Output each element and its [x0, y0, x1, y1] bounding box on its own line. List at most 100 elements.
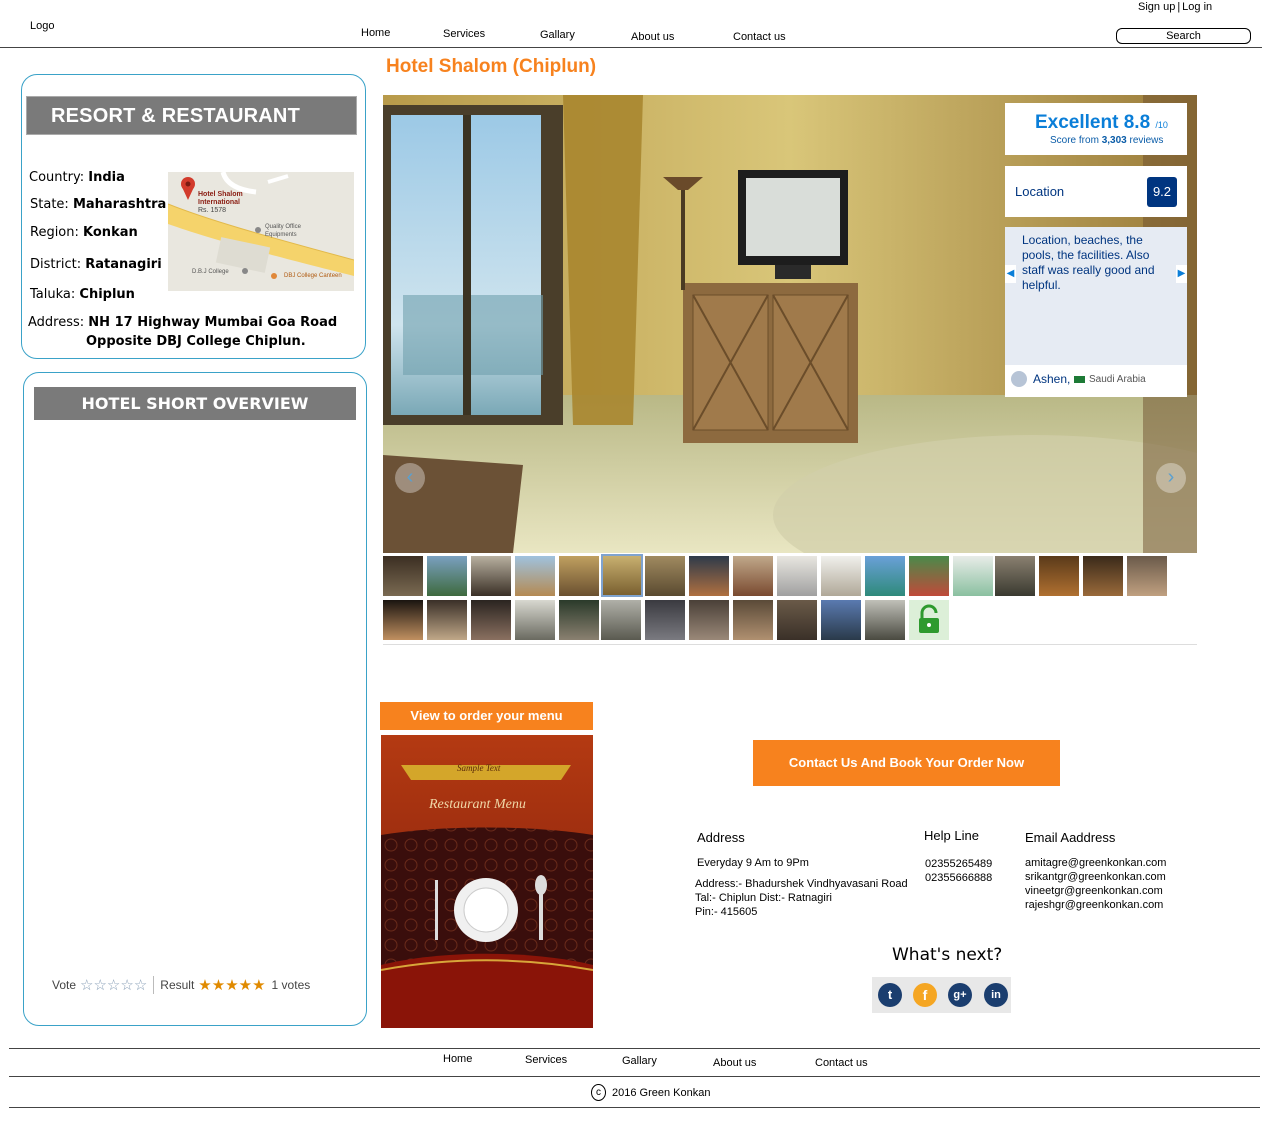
lock-icon [919, 604, 939, 633]
thumbnail[interactable] [427, 600, 467, 640]
nav-about[interactable]: About us [631, 31, 674, 43]
thumbnail[interactable] [515, 600, 555, 640]
thumbnail[interactable] [1083, 556, 1123, 596]
vote-row: Vote ☆☆☆☆☆ Result ★★★★★ 1 votes [52, 976, 310, 994]
thumbnail[interactable] [865, 600, 905, 640]
overview-panel [23, 372, 367, 1026]
thumbnail[interactable] [777, 600, 817, 640]
footer-nav-home[interactable]: Home [443, 1053, 472, 1065]
thumbnail[interactable] [689, 600, 729, 640]
vote-stars[interactable]: ☆☆☆☆☆ [80, 976, 147, 994]
twitter-icon[interactable]: t [878, 983, 902, 1007]
copyright: c 2016 Green Konkan [591, 1084, 710, 1101]
thumbnail[interactable] [733, 600, 773, 640]
rating-max: /10 [1155, 120, 1168, 130]
thumbnail[interactable] [821, 556, 861, 596]
region-row: Region: Konkan [30, 225, 138, 240]
photo-gallery[interactable]: Excellent 8.8 /10 Score from 3,303 revie… [383, 95, 1197, 553]
email-2[interactable]: srikantgr@greenkonkan.com [1025, 870, 1166, 884]
location-score-badge: 9.2 [1147, 177, 1177, 207]
review-next-arrow[interactable]: ▶ [1176, 265, 1187, 283]
thumbnail[interactable] [865, 556, 905, 596]
thumbnail[interactable] [995, 556, 1035, 596]
signup-link[interactable]: Sign up [1138, 1, 1175, 13]
thumbnail[interactable] [821, 600, 861, 640]
thumbnail[interactable] [559, 556, 599, 596]
gallery-prev-arrow[interactable]: ‹ [395, 463, 425, 493]
phone-1[interactable]: 02355265489 [925, 857, 992, 871]
location-map[interactable]: Hotel Shalom International Rs. 1578 Qual… [168, 172, 354, 291]
review-quote: Location, beaches, the pools, the facili… [1022, 233, 1155, 292]
menu-title-text: Restaurant Menu [429, 797, 526, 812]
nav-home[interactable]: Home [361, 27, 390, 39]
thumbnail[interactable] [427, 556, 467, 596]
thumbnail[interactable] [953, 556, 993, 596]
email-3[interactable]: vineetgr@greenkonkan.com [1025, 884, 1166, 898]
nav-gallary[interactable]: Gallary [540, 29, 575, 41]
thumbnail-strip [383, 554, 1197, 644]
nav-services[interactable]: Services [443, 28, 485, 40]
footer-nav-contact[interactable]: Contact us [815, 1057, 868, 1069]
footer-nav-gallary[interactable]: Gallary [622, 1055, 657, 1067]
thumbnail[interactable] [515, 556, 555, 596]
menu-graphic [381, 735, 593, 1028]
locked-thumbnail[interactable] [909, 600, 949, 640]
thumbnail[interactable] [383, 600, 423, 640]
phone-2[interactable]: 02355666888 [925, 871, 992, 885]
search-button[interactable]: Search [1116, 28, 1251, 44]
view-menu-button[interactable]: View to order your menu [380, 702, 593, 730]
thumbnail[interactable] [471, 556, 511, 596]
thumbnail[interactable] [601, 600, 641, 640]
thumbnail[interactable] [383, 556, 423, 596]
review-prev-arrow[interactable]: ◀ [1005, 265, 1016, 283]
header-divider [0, 47, 1262, 48]
contact-address-1: Address:- Bhadurshek Vindhyavasani Road [695, 878, 908, 890]
copyright-text: 2016 Green Konkan [612, 1086, 711, 1099]
score-from-label: Score from [1050, 135, 1099, 146]
map-quality-1: Quality Office [265, 224, 301, 230]
score-from-line: Score from 3,303 reviews [1050, 135, 1163, 146]
score-card[interactable]: Excellent 8.8 /10 Score from 3,303 revie… [1005, 103, 1187, 155]
restaurant-menu-image[interactable]: Sample Text Restaurant Menu [381, 735, 593, 1028]
thumbnail[interactable] [559, 600, 599, 640]
footer-nav-services[interactable]: Services [525, 1054, 567, 1066]
country-value: India [88, 170, 125, 185]
thumbnail-selected[interactable] [601, 554, 643, 597]
state-value: Maharashtra [72, 197, 167, 212]
thumbnail[interactable] [645, 556, 685, 596]
map-hotel-label: Hotel Shalom International Rs. 1578 [198, 191, 243, 215]
thumbnail[interactable] [645, 600, 685, 640]
result-label: Result [160, 978, 195, 992]
login-link[interactable]: Log in [1182, 1, 1212, 13]
social-bar: t f g+ in [872, 977, 1011, 1013]
nav-contact[interactable]: Contact us [733, 31, 786, 43]
menu-sample-text: Sample Text [457, 763, 501, 773]
thumbnail[interactable] [777, 556, 817, 596]
gallery-next-arrow[interactable]: › [1156, 463, 1186, 493]
linkedin-icon[interactable]: in [984, 983, 1008, 1007]
reviews-count: 3,303 [1101, 135, 1127, 146]
thumbnail[interactable] [1039, 556, 1079, 596]
rating-value: 8.8 [1123, 112, 1151, 133]
reviewer-name: Ashen, [1033, 372, 1071, 386]
district-row: District: Ratanagiri [30, 257, 162, 272]
thumbnail[interactable] [909, 556, 949, 596]
contact-book-button[interactable]: Contact Us And Book Your Order Now [753, 740, 1060, 786]
copyright-icon: c [591, 1084, 606, 1101]
logo[interactable]: Logo [30, 20, 54, 32]
thumbnail[interactable] [471, 600, 511, 640]
google-plus-icon[interactable]: g+ [948, 983, 972, 1007]
location-score-card[interactable]: Location 9.2 [1005, 166, 1187, 217]
footer-nav-about[interactable]: About us [713, 1057, 756, 1069]
thumbnail[interactable] [1127, 556, 1167, 596]
map-poi-quality: Quality Office Equipments [265, 223, 301, 239]
thumbnail[interactable] [689, 556, 729, 596]
reviewer-row: Ashen, Saudi Arabia [1005, 365, 1187, 397]
facebook-icon[interactable]: f [913, 983, 937, 1007]
email-4[interactable]: rajeshgr@greenkonkan.com [1025, 898, 1166, 912]
reviews-word: reviews [1129, 135, 1164, 146]
country-row: Country: India [29, 170, 125, 185]
thumbnail[interactable] [733, 556, 773, 596]
email-1[interactable]: amitagre@greenkonkan.com [1025, 856, 1166, 870]
address-label: Address: [28, 315, 85, 330]
